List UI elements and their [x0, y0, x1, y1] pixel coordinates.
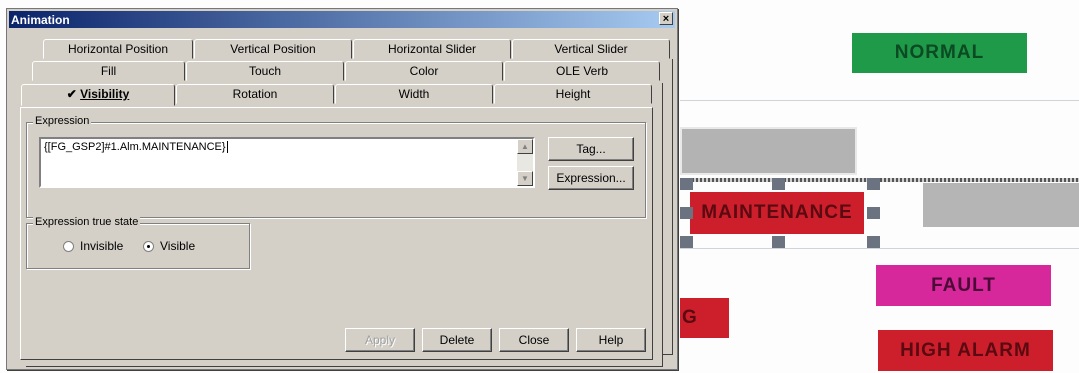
selection-handle[interactable]	[680, 207, 693, 219]
delete-button[interactable]: Delete	[422, 328, 492, 352]
selection-handle[interactable]	[867, 236, 880, 248]
grey-display-box[interactable]	[680, 127, 857, 175]
tab-color[interactable]: Color	[345, 61, 503, 81]
dialog-title: Animation	[11, 12, 70, 27]
tab-ole-verb[interactable]: OLE Verb	[504, 61, 660, 81]
tab-height[interactable]: Height	[494, 84, 652, 104]
expression-label: Expression	[33, 115, 92, 127]
radio-invisible[interactable]: Invisible	[63, 239, 123, 253]
selection-handle[interactable]	[772, 178, 785, 190]
partial-alarm-indicator[interactable]: G	[680, 298, 729, 338]
tab-visibility-label: Visibility	[80, 87, 130, 101]
close-icon[interactable]: ×	[659, 12, 673, 25]
selection-handle[interactable]	[867, 207, 880, 219]
expression-button[interactable]: Expression...	[548, 166, 634, 190]
grey-display-box[interactable]	[923, 183, 1079, 227]
tab-fill[interactable]: Fill	[32, 61, 185, 81]
divider-line	[680, 248, 1079, 249]
scroll-up-icon[interactable]: ▲	[517, 139, 533, 154]
expression-group: Expression {[FG_GSP2]#1.Alm.MAINTENANCE}…	[26, 115, 646, 218]
fault-indicator[interactable]: FAULT	[876, 265, 1051, 306]
selection-handle[interactable]	[772, 236, 785, 248]
tab-touch[interactable]: Touch	[186, 61, 344, 81]
dialog-titlebar[interactable]: Animation ×	[9, 11, 675, 28]
tab-vertical-slider[interactable]: Vertical Slider	[512, 39, 670, 59]
radio-selected-icon	[143, 240, 154, 252]
radio-visible-label: Visible	[160, 239, 196, 253]
tab-width[interactable]: Width	[335, 84, 493, 104]
radio-invisible-label: Invisible	[80, 239, 124, 253]
expression-scrollbar[interactable]: ▲ ▼	[517, 139, 533, 186]
close-button[interactable]: Close	[499, 328, 569, 352]
true-state-label: Expression true state	[33, 216, 141, 228]
visibility-page: Expression {[FG_GSP2]#1.Alm.MAINTENANCE}…	[20, 107, 653, 360]
tab-horizontal-position[interactable]: Horizontal Position	[43, 39, 193, 59]
apply-button[interactable]: Apply	[345, 328, 415, 352]
high-alarm-indicator[interactable]: HIGH ALARM	[878, 330, 1053, 371]
true-state-group: Expression true state Invisible Visible	[26, 216, 250, 269]
selection-handle[interactable]	[680, 178, 693, 190]
scroll-down-icon[interactable]: ▼	[517, 171, 533, 186]
check-icon: ✔	[66, 87, 77, 101]
radio-icon	[63, 240, 74, 252]
tab-rotation[interactable]: Rotation	[176, 84, 334, 104]
expression-input[interactable]: {[FG_GSP2]#1.Alm.MAINTENANCE} ▲ ▼	[39, 137, 535, 188]
tag-button[interactable]: Tag...	[548, 137, 634, 161]
maintenance-indicator[interactable]: MAINTENANCE	[690, 192, 864, 234]
selection-handle[interactable]	[680, 236, 693, 248]
normal-indicator[interactable]: NORMAL	[852, 33, 1027, 73]
animation-dialog: Animation × Horizontal Position Vertical…	[6, 8, 678, 370]
divider-line	[680, 100, 1079, 101]
tab-vertical-position[interactable]: Vertical Position	[194, 39, 352, 59]
tab-visibility[interactable]: ✔ Visibility	[21, 84, 175, 106]
expression-value: {[FG_GSP2]#1.Alm.MAINTENANCE}	[44, 141, 226, 153]
tab-horizontal-slider[interactable]: Horizontal Slider	[353, 39, 511, 59]
selection-handle[interactable]	[867, 178, 880, 190]
radio-visible[interactable]: Visible	[143, 239, 195, 253]
help-button[interactable]: Help	[576, 328, 646, 352]
